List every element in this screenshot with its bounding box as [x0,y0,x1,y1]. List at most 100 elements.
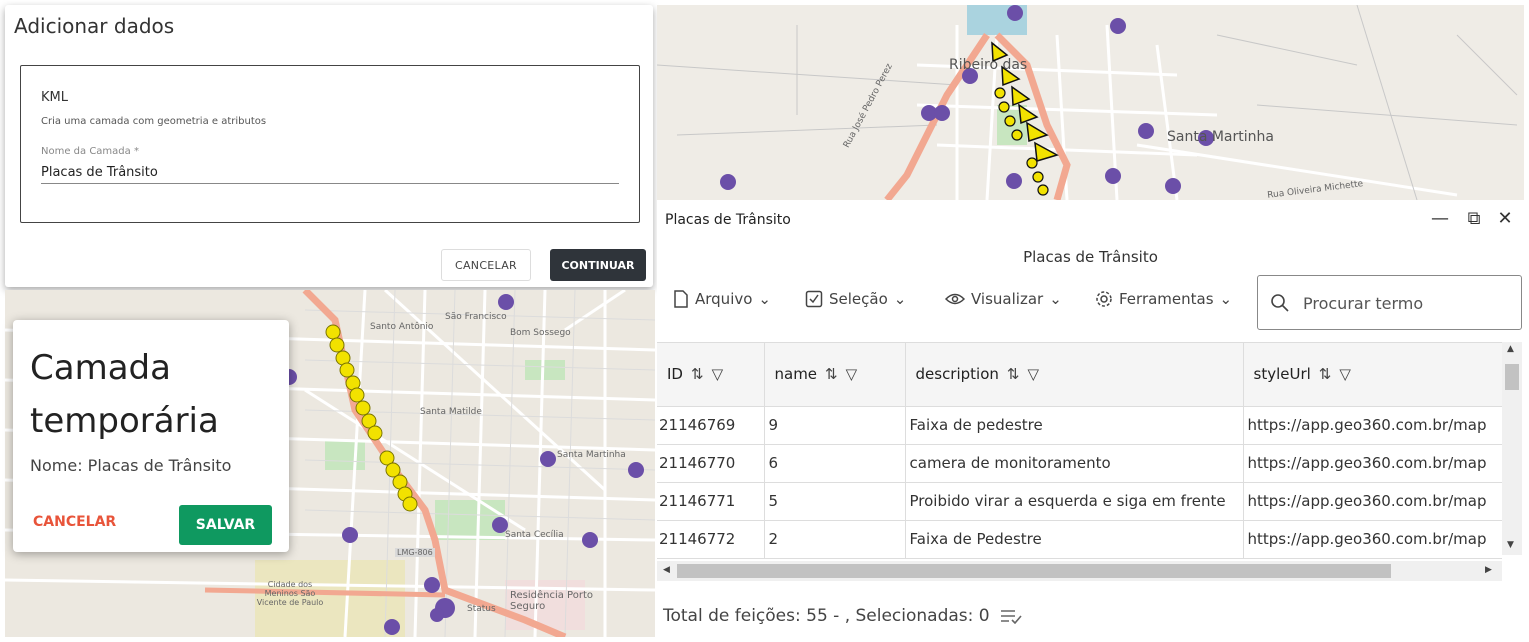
chevron-down-icon: ⌄ [1049,290,1062,308]
cell-id: 21146769 [657,406,765,445]
layer-name-label: Nome da Camada * [41,146,139,157]
map-label: Santa Matilde [420,407,482,417]
gear-icon [1096,291,1112,307]
map-label: Status [467,604,496,614]
cell-name: 5 [764,482,906,521]
file-icon [674,290,688,308]
checkbox-icon [805,290,823,308]
temporary-layer-title: Camada temporária [30,348,219,441]
map-top[interactable]: Ribeiro das Santa Martinha Rua José Pedr… [657,5,1524,200]
filter-icon[interactable]: ▽ [712,365,724,383]
screen: Adicionar dados KML Cria uma camada com … [0,0,1529,642]
filter-icon[interactable]: ▽ [1339,365,1351,383]
map-top-canvas [657,5,1524,200]
menu-ferramentas[interactable]: Ferramentas ⌄ [1095,290,1232,308]
menu-selecao-label: Seleção [829,290,888,308]
horizontal-scroll-thumb[interactable] [677,564,1391,578]
cell-id: 21146771 [657,482,765,521]
menu-arquivo-label: Arquivo [695,290,753,308]
map-label: Santa Cecília [505,530,564,540]
window-title: Placas de Trânsito [665,212,791,228]
cell-styleurl: https://app.geo360.com.br/map [1243,482,1502,521]
cell-description: Faixa de Pedestre [905,520,1244,559]
filter-icon[interactable]: ▽ [846,365,858,383]
temp-cancel-button[interactable]: CANCELAR [33,514,116,530]
map-label: Residência Porto Seguro [510,590,594,612]
search-box[interactable] [1257,275,1522,330]
menu-arquivo[interactable]: Arquivo ⌄ [673,290,771,308]
selection-list-icon[interactable] [1000,608,1022,624]
restore-icon[interactable]: ⧉ [1463,208,1485,229]
feature-count: Total de feições: 55 - , Selecionadas: 0 [663,606,990,626]
close-icon[interactable]: ✕ [1494,208,1516,229]
table-subtitle: Placas de Trânsito [1023,248,1158,266]
eye-icon [945,293,965,305]
temporary-layer-card: Camada temporária Nome: Placas de Trânsi… [13,320,289,552]
kml-option-card[interactable]: KML Cria uma camada com geometria e atri… [20,65,640,223]
temporary-layer-name: Nome: Placas de Trânsito [30,456,232,475]
save-button[interactable]: SALVAR [179,505,272,545]
scroll-left-icon[interactable]: ◀ [663,565,670,575]
layer-name-input[interactable] [41,162,619,184]
menu-ferramentas-label: Ferramentas [1119,290,1214,308]
table-row[interactable]: 21146771 5 Proibido virar a esquerda e s… [657,482,1502,521]
cell-description: Proibido virar a esquerda e siga em fren… [905,482,1244,521]
map-label: São Francisco [445,312,507,322]
park-area [525,360,565,380]
scroll-right-icon[interactable]: ▶ [1485,565,1492,575]
column-header-id[interactable]: ID ⇅ ▽ [657,343,765,407]
table-row[interactable]: 21146772 2 Faixa de Pedestre https://app… [657,520,1502,559]
cell-styleurl: https://app.geo360.com.br/map [1243,406,1502,445]
sort-icon[interactable]: ⇅ [1007,365,1020,383]
vertical-scrollbar[interactable]: ▲ ▼ [1502,342,1522,555]
menu-visualizar-label: Visualizar [971,290,1044,308]
kml-description: Cria uma camada com geometria e atributo… [41,116,267,127]
map-label: Santa Martinha [1167,129,1274,145]
sort-icon[interactable]: ⇅ [691,365,704,383]
map-label: Ribeiro das [949,57,1028,73]
sort-icon[interactable]: ⇅ [825,365,838,383]
cell-styleurl: https://app.geo360.com.br/map [1243,520,1502,559]
horizontal-scrollbar[interactable]: ◀ ▶ [657,561,1502,581]
menu-visualizar[interactable]: Visualizar ⌄ [945,290,1062,308]
dialog-title: Adicionar dados [14,14,175,38]
scroll-up-icon[interactable]: ▲ [1507,344,1514,354]
continue-button[interactable]: CONTINUAR [550,249,646,281]
table-footer: Total de feições: 55 - , Selecionadas: 0 [663,606,1022,626]
cell-name: 9 [764,406,906,445]
park-area [325,440,365,470]
road-shield: LMG-806 [395,548,435,557]
table-header-row: ID ⇅ ▽ name ⇅ ▽ description ⇅ ▽ styleUrl ⇅ ▽ [657,343,1502,407]
cell-name: 6 [764,444,906,483]
chevron-down-icon: ⌄ [758,290,771,308]
cell-name: 2 [764,520,906,559]
search-icon [1271,294,1289,312]
column-header-styleurl[interactable]: styleUrl ⇅ ▽ [1243,343,1502,407]
cell-description: camera de monitoramento [905,444,1244,483]
scroll-down-icon[interactable]: ▼ [1507,540,1514,550]
map-label: Santa Martinha [557,450,626,460]
minimize-icon[interactable]: — [1429,208,1451,229]
map-label: Santo Antônio [370,322,434,332]
table-row[interactable]: 21146770 6 camera de monitoramento https… [657,444,1502,483]
chevron-down-icon: ⌄ [1219,290,1233,308]
add-data-dialog: Adicionar dados KML Cria uma camada com … [5,5,653,287]
cancel-button[interactable]: CANCELAR [441,249,531,281]
menu-selecao[interactable]: Seleção ⌄ [805,290,906,308]
filter-icon[interactable]: ▽ [1027,365,1039,383]
cell-id: 21146772 [657,520,765,559]
cell-description: Faixa de pedestre [905,406,1244,445]
attribute-table: ID ⇅ ▽ name ⇅ ▽ description ⇅ ▽ styleUrl ⇅ ▽ 211… [657,342,1502,561]
kml-label: KML [41,90,68,105]
column-header-name[interactable]: name ⇅ ▽ [764,343,906,407]
column-header-description[interactable]: description ⇅ ▽ [905,343,1244,407]
table-row[interactable]: 21146769 9 Faixa de pedestre https://app… [657,406,1502,445]
search-input[interactable] [1303,291,1503,315]
cell-id: 21146770 [657,444,765,483]
chevron-down-icon: ⌄ [893,290,907,308]
vertical-scroll-thumb[interactable] [1505,364,1519,390]
map-label: Cidade dos Meninos São Vicente de Paulo [256,580,324,607]
map-label: Bom Sossego [510,328,571,338]
sort-icon[interactable]: ⇅ [1319,365,1332,383]
attribute-table-window: Placas de Trânsito — ⧉ ✕ Placas de Trâns… [657,200,1524,637]
